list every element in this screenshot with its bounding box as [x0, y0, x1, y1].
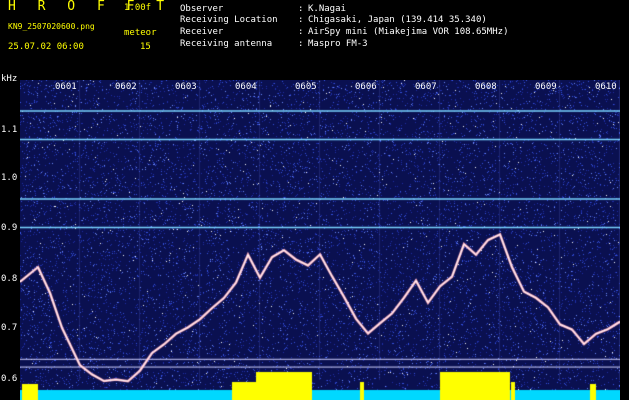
x-tick-label: 0605	[295, 82, 317, 92]
observer-colon: :	[298, 4, 304, 14]
location-label: Receiving Location	[180, 15, 278, 25]
x-tick-label: 0608	[475, 82, 497, 92]
file-name: KN9_2507020600.png	[8, 22, 95, 31]
antenna-colon: :	[298, 39, 304, 49]
spectrogram-canvas	[20, 80, 620, 400]
x-tick-label: 0607	[415, 82, 437, 92]
y-tick-label: 0.6	[1, 374, 18, 384]
y-axis-unit-label: kHz	[1, 74, 18, 84]
x-tick-label: 0601	[55, 82, 77, 92]
observer-label: Observer	[180, 4, 224, 14]
antenna-value: Maspro FM-3	[308, 39, 368, 49]
y-tick-label: 0.9	[1, 223, 18, 233]
x-tick-label: 0609	[535, 82, 557, 92]
meteor-counter-label: meteor	[124, 28, 157, 38]
y-tick-label: 0.7	[1, 323, 18, 333]
x-tick-label: 0602	[115, 82, 137, 92]
y-tick-label: 0.8	[1, 274, 18, 284]
observer-value: K.Nagai	[308, 4, 346, 14]
y-tick-label: 1.0	[1, 173, 18, 183]
antenna-label: Receiving antenna	[180, 39, 273, 49]
receiver-value: AirSpy mini (Miakejima VOR 108.65MHz)	[308, 27, 509, 37]
app-version: 1.00f	[124, 3, 152, 13]
x-tick-label: 0603	[175, 82, 197, 92]
y-tick-label: 1.1	[1, 125, 18, 135]
meteor-counter-value: 15	[140, 42, 151, 52]
location-value: Chigasaki, Japan (139.414 35.340)	[308, 15, 487, 25]
x-tick-label: 0606	[355, 82, 377, 92]
receiver-label: Receiver	[180, 27, 224, 37]
x-tick-label: 0604	[235, 82, 257, 92]
observation-datetime: 25.07.02 06:00	[8, 42, 84, 52]
location-colon: :	[298, 15, 304, 25]
receiver-colon: :	[298, 27, 304, 37]
x-tick-label: 0610	[595, 82, 617, 92]
